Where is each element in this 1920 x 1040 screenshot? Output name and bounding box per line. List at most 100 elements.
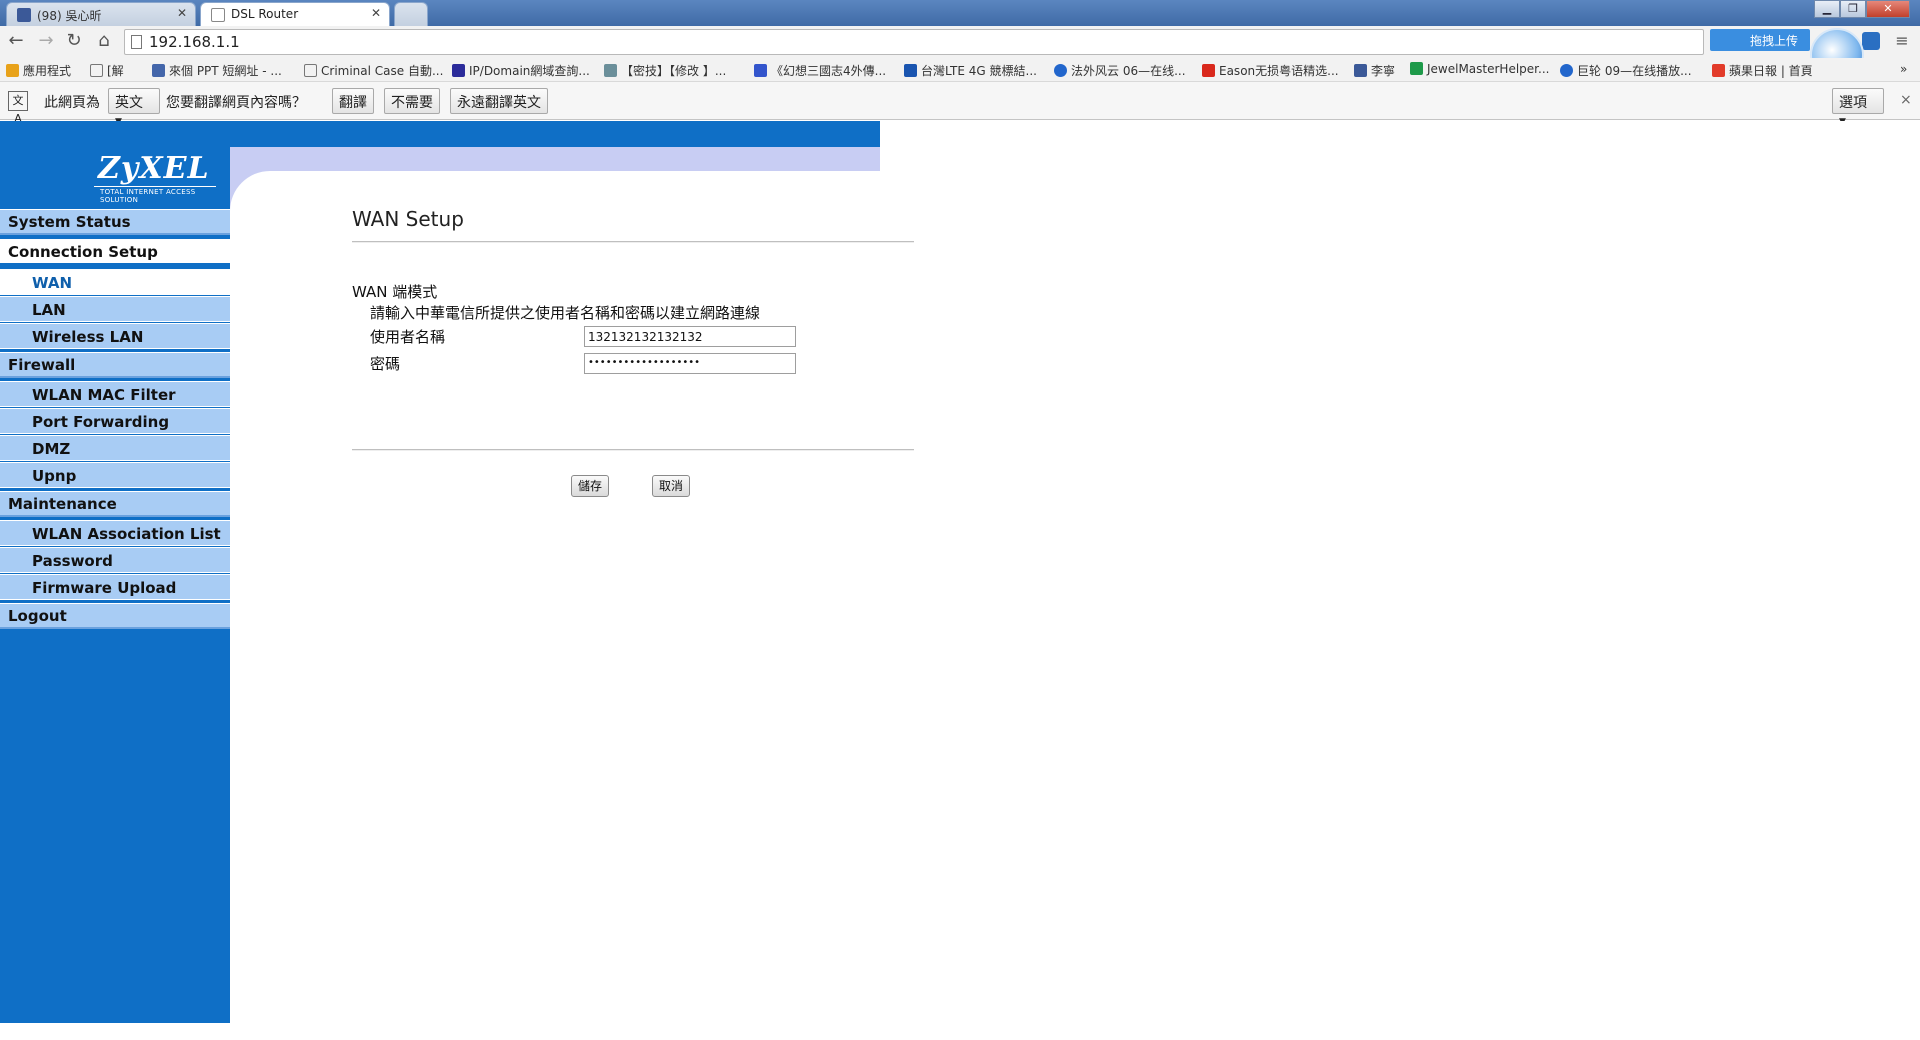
translate-bar: 文A 此網頁為 英文 ▼ 您要翻譯網頁內容嗎？ 翻譯 不需要 永遠翻譯英文 選項… (0, 82, 1920, 127)
bookmark-label: Eason无损粤语精选... (1219, 64, 1339, 78)
tab-dsl-router[interactable]: DSL Router ✕ (200, 2, 390, 26)
bookmark-item[interactable]: JewelMasterHelper... (1410, 62, 1549, 78)
browser-toolbar: ← → ↻ ⌂ 192.168.1.1 拖拽上传 ≡ (0, 26, 1920, 58)
nav-dmz[interactable]: DMZ (0, 435, 230, 461)
home-icon[interactable]: ⌂ (92, 30, 116, 54)
cancel-button[interactable]: 取消 (652, 475, 691, 497)
header-bar (230, 121, 880, 147)
bookmark-label: 《幻想三國志4外傳... (771, 64, 887, 78)
page-icon (304, 64, 317, 77)
bookmark-label: IP/Domain網域查詢... (469, 64, 590, 78)
page-icon (211, 8, 225, 22)
nav-label: System Status (8, 213, 131, 231)
menu-icon[interactable]: ≡ (1890, 30, 1914, 54)
back-icon[interactable]: ← (4, 30, 28, 54)
bookmark-item[interactable]: 【密技】【修改 】... (604, 62, 726, 78)
page-icon (90, 64, 103, 77)
bookmark-label: 巨轮 09—在线播放... (1577, 64, 1692, 78)
facebook-icon (17, 8, 31, 22)
bookmark-item[interactable]: 法外风云 06—在线... (1054, 62, 1186, 78)
reload-icon[interactable]: ↻ (62, 30, 86, 54)
huawei-icon (1202, 64, 1215, 77)
header-corner (230, 171, 270, 211)
facebook-icon (1354, 64, 1367, 77)
bookmark-label: Criminal Case 自動... (321, 64, 444, 78)
bookmark-item[interactable]: 李寧 (1354, 62, 1395, 78)
nav-system-status[interactable]: System Status (0, 209, 230, 235)
nav-label: Wireless LAN (32, 328, 144, 346)
nav-logout[interactable]: Logout (0, 603, 230, 629)
maximize-button[interactable]: ❐ (1840, 0, 1866, 18)
bookmark-label: 李寧 (1371, 64, 1396, 78)
nav-upnp[interactable]: Upnp (0, 462, 230, 488)
bookmark-item[interactable]: Criminal Case 自動... (304, 62, 443, 78)
bookmark-item[interactable]: 蘋果日報 | 首頁 (1712, 62, 1813, 78)
bookmark-item[interactable]: 台灣LTE 4G 競標結... (904, 62, 1037, 78)
nav-label: Firmware Upload (32, 579, 177, 597)
username-input[interactable] (584, 326, 796, 347)
game-icon (754, 64, 767, 77)
bookmark-item[interactable]: IP/Domain網域查詢... (452, 62, 590, 78)
bird-icon (604, 64, 617, 77)
nav-lan[interactable]: LAN (0, 296, 230, 322)
nav-label: Password (32, 552, 113, 570)
page-icon (131, 35, 142, 49)
upload-button[interactable]: 拖拽上传 (1710, 29, 1810, 51)
nav-label: Maintenance (8, 495, 117, 513)
nav-password[interactable]: Password (0, 547, 230, 573)
ppt-icon (152, 64, 165, 77)
wan-mode-label: WAN 端模式 (352, 283, 438, 301)
header-band (230, 147, 880, 171)
sheet-icon (1410, 62, 1423, 75)
extension-icon[interactable] (1862, 32, 1880, 50)
tab-close-icon[interactable]: ✕ (371, 6, 381, 20)
options-button[interactable]: 選項 ▼ (1832, 88, 1884, 127)
nav-label: Firewall (8, 356, 76, 374)
bookmark-item[interactable]: Eason无损粤语精选... (1202, 62, 1339, 78)
close-icon[interactable]: × (1900, 92, 1912, 108)
nav-wireless-lan[interactable]: Wireless LAN (0, 323, 230, 349)
new-tab-button[interactable] (394, 2, 428, 26)
nav-maintenance[interactable]: Maintenance (0, 491, 230, 517)
minimize-button[interactable]: ▁ (1814, 0, 1840, 18)
bookmark-item[interactable]: 巨轮 09—在线播放... (1560, 62, 1692, 78)
language-select[interactable]: 英文 ▼ (108, 88, 160, 127)
bookmark-item[interactable]: [解 (90, 62, 124, 78)
nav-firewall[interactable]: Firewall (0, 352, 230, 378)
save-button[interactable]: 儲存 (571, 475, 610, 497)
apps-grid-icon (6, 64, 19, 77)
forward-icon[interactable]: → (34, 30, 58, 54)
page-title: WAN Setup (352, 207, 464, 231)
nav-connection-setup[interactable]: Connection Setup (0, 239, 230, 265)
username-label: 使用者名稱 (370, 328, 446, 346)
nav-label: LAN (32, 301, 66, 319)
close-window-button[interactable]: ✕ (1866, 0, 1910, 18)
nav-label: WLAN Association List (32, 525, 221, 543)
always-translate-button[interactable]: 永遠翻譯英文 (450, 88, 548, 114)
nav-port-forwarding[interactable]: Port Forwarding (0, 408, 230, 434)
translate-prefix: 此網頁為 (44, 95, 100, 111)
bookmark-label: 台灣LTE 4G 競標結... (921, 64, 1037, 78)
password-label: 密碼 (370, 355, 401, 373)
nav-wlan-mac-filter[interactable]: WLAN MAC Filter (0, 381, 230, 407)
address-text: 192.168.1.1 (149, 33, 240, 51)
tab-strip: (98) 吳心昕 ✕ DSL Router ✕ ▁ ❐ ✕ (0, 0, 1920, 26)
nav-wlan-association-list[interactable]: WLAN Association List (0, 520, 230, 546)
bookmark-item[interactable]: 應用程式 (6, 62, 71, 78)
translate-icon: 文A (8, 91, 28, 125)
bookmark-item[interactable]: 來個 PPT 短網址 - ... (152, 62, 282, 78)
bookmark-item[interactable]: 《幻想三國志4外傳... (754, 62, 886, 78)
address-bar[interactable]: 192.168.1.1 (124, 29, 1704, 55)
nope-button[interactable]: 不需要 (384, 88, 440, 114)
more-bookmarks-icon[interactable]: » (1900, 62, 1907, 78)
translate-button[interactable]: 翻譯 (332, 88, 374, 114)
tab-close-icon[interactable]: ✕ (177, 6, 187, 20)
instruction-text: 請輸入中華電信所提供之使用者名稱和密碼以建立網路連線 (370, 304, 761, 322)
bookmark-label: 【密技】【修改 】... (621, 64, 727, 78)
nav-wan[interactable]: WAN (0, 269, 230, 295)
logo-area: ZyXEL TOTAL INTERNET ACCESS SOLUTION (0, 121, 230, 209)
nav-firmware-upload[interactable]: Firmware Upload (0, 574, 230, 600)
zyxel-logo: ZyXEL (98, 151, 210, 186)
tab-facebook[interactable]: (98) 吳心昕 ✕ (6, 2, 196, 26)
password-input[interactable]: ••••••••••••••••••• (584, 353, 796, 374)
